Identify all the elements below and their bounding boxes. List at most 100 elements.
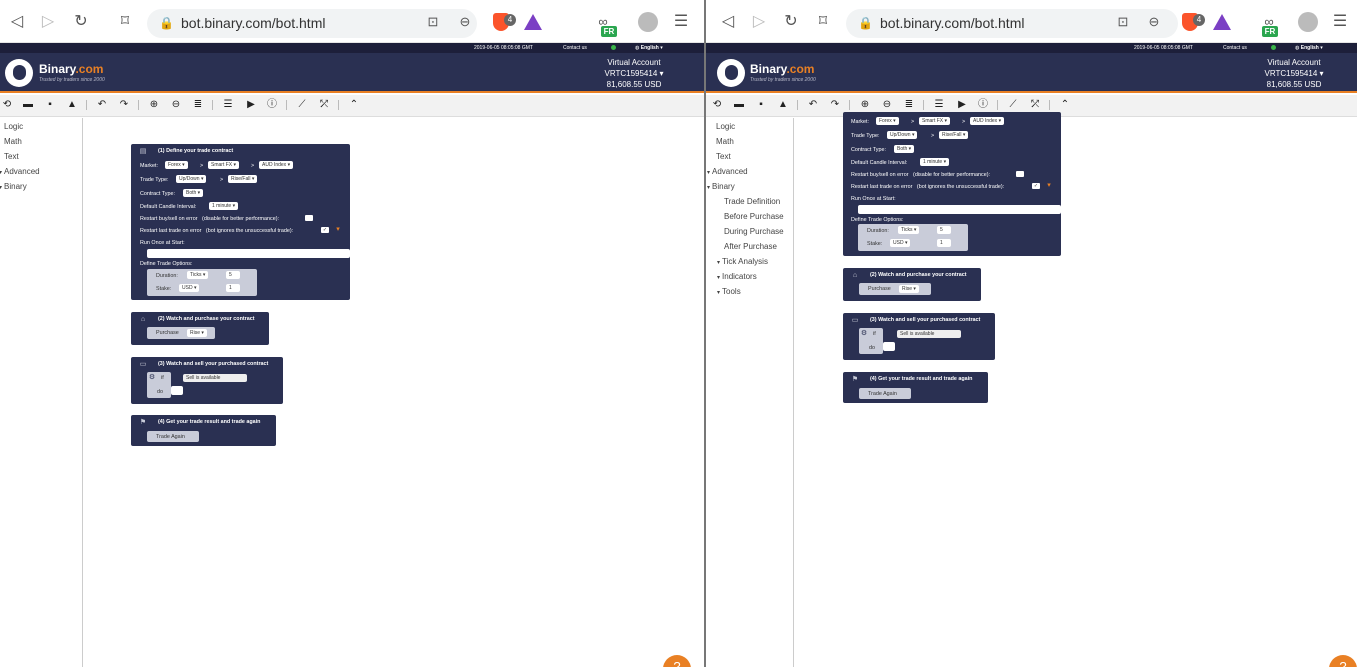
contract-type-dropdown[interactable]: Both ▾ [183, 189, 204, 197]
run-icon[interactable]: ▶ [956, 99, 968, 111]
duration-unit-dropdown[interactable]: Ticks ▾ [187, 271, 209, 279]
bookmark-icon[interactable]: ⌑ [115, 12, 135, 32]
zoom-out-icon[interactable]: ⊖ [170, 99, 182, 111]
toolbox-logic[interactable]: Logic [716, 122, 735, 131]
restart-last-checkbox[interactable]: ✓ [321, 227, 329, 233]
menu-icon[interactable]: ☰ [1330, 12, 1350, 32]
trade-again-statement[interactable]: Trade Again [147, 431, 199, 442]
brand-name[interactable]: Binary.com [750, 62, 814, 76]
bookmark-icon[interactable]: ⌑ [813, 12, 833, 32]
toolbox-trade-definition[interactable]: Trade Definition [724, 197, 780, 206]
blockly-workspace[interactable]: Market: Forex ▾ > Smart FX ▾ > AUD Index… [794, 112, 1357, 667]
menu-icon[interactable]: ☰ [671, 12, 691, 32]
zoom-in-icon[interactable]: ⊕ [148, 99, 160, 111]
toolbox-during-purchase[interactable]: During Purchase [724, 227, 784, 236]
stake-value-input[interactable]: 1 [937, 239, 951, 247]
trade-options-block[interactable]: Duration: Ticks ▾ 5 Stake: USD ▾ 1 [858, 224, 968, 251]
trade-again-statement[interactable]: Trade Again [859, 388, 911, 399]
trade-category-dropdown[interactable]: Up/Down ▾ [887, 131, 918, 139]
toolbox-tools[interactable]: ▾ Tools [717, 287, 741, 296]
toolbox-math[interactable]: Math [4, 137, 22, 146]
back-icon[interactable]: ◁ [7, 12, 27, 32]
currency-dropdown[interactable]: USD ▾ [890, 239, 911, 247]
market-dropdown[interactable]: Forex ▾ [165, 161, 188, 169]
duration-value-input[interactable]: 5 [937, 226, 951, 234]
forward-icon[interactable]: ▷ [38, 12, 58, 32]
toolbox-text[interactable]: Text [716, 152, 731, 161]
binary-logo-icon[interactable] [5, 59, 33, 87]
trading-view-icon[interactable]: ⤱ [318, 99, 330, 111]
chart-icon[interactable]: ⟋ [296, 99, 308, 111]
drive-icon[interactable]: ▲ [66, 99, 78, 111]
help-icon[interactable]: ? [1329, 655, 1357, 667]
trade-again-block[interactable]: ⚑ (4) Get your trade result and trade ag… [131, 415, 276, 446]
rearrange-icon[interactable]: ≣ [192, 99, 204, 111]
restart-last-checkbox[interactable]: ✓ [1032, 183, 1040, 189]
restart-buysell-checkbox[interactable] [1016, 171, 1024, 177]
redo-icon[interactable]: ↷ [829, 99, 841, 111]
candle-dropdown[interactable]: 1 minute ▾ [920, 158, 950, 166]
account-info[interactable]: Virtual Account VRTC1595414 ▾ 81,608.55 … [1256, 57, 1332, 90]
info-icon[interactable]: ⓘ [266, 99, 278, 111]
reset-icon[interactable]: ⟲ [1, 99, 13, 111]
trade-category-dropdown[interactable]: Up/Down ▾ [176, 175, 207, 183]
purchase-block[interactable]: ⌂ (2) Watch and purchase your contract P… [843, 268, 981, 301]
save-icon[interactable]: ▪ [44, 99, 56, 111]
run-once-slot[interactable] [858, 205, 1061, 214]
trade-definition-block[interactable]: ▤ (1) Define your trade contract Market:… [131, 144, 350, 300]
trade-definition-block[interactable]: Market: Forex ▾ > Smart FX ▾ > AUD Index… [843, 112, 1061, 256]
trading-view-icon[interactable]: ⤱ [1029, 99, 1041, 111]
currency-dropdown[interactable]: USD ▾ [179, 284, 200, 292]
media-icon[interactable]: ⊡ [423, 12, 443, 32]
submarket-dropdown[interactable]: Smart FX ▾ [919, 117, 951, 125]
open-icon[interactable]: ▬ [22, 99, 34, 111]
zoom-icon[interactable]: ⊖ [455, 12, 475, 32]
save-icon[interactable]: ▪ [755, 99, 767, 111]
redo-icon[interactable]: ↷ [118, 99, 130, 111]
forward-icon[interactable]: ▷ [749, 12, 769, 32]
rewards-icon[interactable] [524, 14, 542, 30]
rearrange-icon[interactable]: ≣ [903, 99, 915, 111]
media-icon[interactable]: ⊡ [1113, 12, 1133, 32]
toolbox-binary[interactable]: ▾ Binary [0, 182, 27, 191]
blockly-workspace[interactable]: ▤ (1) Define your trade contract Market:… [84, 118, 704, 667]
toolbox-after-purchase[interactable]: After Purchase [724, 242, 777, 251]
if-block[interactable]: ⚙ if do [859, 328, 883, 354]
symbol-dropdown[interactable]: AUD Index ▾ [970, 117, 1005, 125]
toolbox-binary[interactable]: ▾ Binary [707, 182, 735, 191]
drive-icon[interactable]: ▲ [777, 99, 789, 111]
undo-icon[interactable]: ↶ [96, 99, 108, 111]
profile-avatar[interactable] [638, 12, 658, 32]
do-slot[interactable] [883, 342, 895, 351]
collapse-icon[interactable]: ⌃ [348, 99, 360, 111]
brand-name[interactable]: Binary.com [39, 62, 103, 76]
purchase-statement[interactable]: Purchase Rise ▾ [147, 327, 215, 339]
duration-value-input[interactable]: 5 [226, 271, 240, 279]
symbol-dropdown[interactable]: AUD Index ▾ [259, 161, 294, 169]
toolbox-logic[interactable]: Logic [4, 122, 23, 131]
reset-icon[interactable]: ⟲ [711, 99, 723, 111]
toolbox-indicators[interactable]: ▾ Indicators [717, 272, 757, 281]
toolbox-advanced[interactable]: ▾ Advanced [707, 167, 748, 176]
purchase-block[interactable]: ⌂ (2) Watch and purchase your contract P… [131, 312, 269, 345]
collapse-icon[interactable]: ⌃ [1059, 99, 1071, 111]
candle-dropdown[interactable]: 1 minute ▾ [209, 202, 239, 210]
market-dropdown[interactable]: Forex ▾ [876, 117, 899, 125]
run-icon[interactable]: ▶ [245, 99, 257, 111]
do-slot[interactable] [171, 386, 183, 395]
binary-logo-icon[interactable] [717, 59, 745, 87]
purchase-dropdown[interactable]: Rise ▾ [899, 285, 919, 293]
info-icon[interactable]: ⓘ [977, 99, 989, 111]
trade-options-block[interactable]: Duration: Ticks ▾ 5 Stake: USD ▾ 1 [147, 269, 257, 296]
contact-link[interactable]: Contact us [563, 43, 587, 53]
profile-avatar[interactable] [1298, 12, 1318, 32]
reload-icon[interactable]: ↻ [781, 12, 801, 32]
toolbox-advanced[interactable]: ▾ Advanced [0, 167, 40, 176]
trade-type-dropdown[interactable]: Rise/Fall ▾ [228, 175, 258, 183]
open-icon[interactable]: ▬ [733, 99, 745, 111]
trade-again-block[interactable]: ⚑ (4) Get your trade result and trade ag… [843, 372, 988, 403]
language-selector[interactable]: ◍ English ▾ [1295, 43, 1323, 53]
language-selector[interactable]: ◍ English ▾ [635, 43, 663, 53]
purchase-statement[interactable]: Purchase Rise ▾ [859, 283, 931, 295]
toolbox-math[interactable]: Math [716, 137, 734, 146]
